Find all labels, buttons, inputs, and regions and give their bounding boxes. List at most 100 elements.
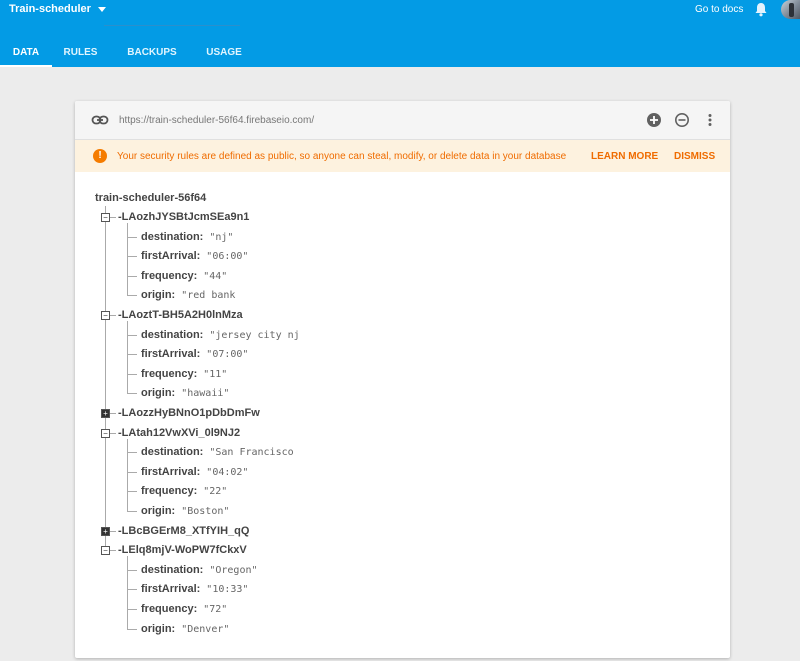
leaf-key: firstArrival: [141,583,201,596]
go-to-docs-link[interactable]: Go to docs [695,4,743,15]
project-name: Train-scheduler [9,3,91,15]
tree-branch-line [127,438,128,511]
leaf-key: destination: [141,446,204,459]
tree-connector [127,256,137,258]
leaf-value[interactable]: "Denver" [181,623,229,635]
warning-icon: ! [93,149,107,163]
tree-connector [127,275,137,277]
top-app-bar: Train-scheduler Go to docs DATA RULES BA… [0,0,800,67]
leaf-value[interactable]: "07:00" [206,348,248,360]
bell-icon[interactable] [754,2,768,17]
leaf-value[interactable]: "Boston" [181,505,229,517]
leaf-key: frequency: [141,269,198,282]
url-bar: https://train-scheduler-56f64.firebaseio… [75,101,730,140]
tree-node-key[interactable]: -LAoztT-BH5A2H0lnMza [118,309,243,321]
leaf-value[interactable]: "22" [203,485,227,497]
tree-leaf[interactable]: frequency: "11" [141,368,227,380]
leaf-value[interactable]: "06:00" [206,250,248,262]
tree-leaf[interactable]: firstArrival: "04:02" [141,466,248,478]
leaf-value[interactable]: "44" [203,270,227,282]
expand-toggle-icon[interactable]: + [101,409,110,418]
leaf-value[interactable]: "nj" [209,231,233,243]
tree-leaf[interactable]: frequency: "72" [141,603,227,615]
leaf-key: frequency: [141,603,198,615]
tree-connector [127,628,137,630]
collapse-toggle-icon[interactable]: − [101,546,110,556]
tree-node-key[interactable]: -LElq8mjV-WoPW7fCkxV [118,544,247,556]
tree-connector [127,511,137,512]
leaf-value[interactable]: "72" [203,603,227,615]
collapse-toggle-icon[interactable]: − [101,428,110,438]
tree-connector [127,471,137,473]
tree-node-key[interactable]: -LAtah12VwXVi_0l9NJ2 [118,427,240,439]
leaf-value[interactable]: "Oregon" [209,564,257,576]
leaf-value[interactable]: "04:02" [206,466,248,478]
tree-connector [127,373,137,375]
header-divider [104,25,240,26]
tree-connector [127,589,137,591]
tree-leaf[interactable]: origin: "Boston" [141,505,229,517]
tab-backups[interactable]: BACKUPS [109,37,195,67]
tab-data[interactable]: DATA [0,37,52,67]
leaf-key: destination: [141,230,204,243]
tree-leaf[interactable]: firstArrival: "06:00" [141,250,248,262]
tree-connector [127,393,137,395]
tree-connector [110,315,116,316]
expand-toggle-icon[interactable]: + [101,526,110,536]
leaf-value[interactable]: "11" [203,368,227,380]
leaf-value[interactable]: "hawaii" [181,387,229,399]
database-card: https://train-scheduler-56f64.firebaseio… [75,101,730,658]
data-tree: train-scheduler-56f64 − -LAozhJYSBtJcmSEa… [75,172,730,652]
remove-circle-icon[interactable] [674,112,690,128]
tree-leaf[interactable]: destination: "jersey city nj [141,329,300,341]
warning-text: Your security rules are defined as publi… [117,151,567,162]
collapse-toggle-icon[interactable]: − [101,311,110,320]
tree-connector [110,413,116,414]
tree-leaf[interactable]: destination: "Oregon" [141,564,258,576]
tree-leaf[interactable]: destination: "San Francisco [141,446,294,458]
tree-node-key[interactable]: -LAozhJYSBtJcmSEa9n1 [118,211,249,223]
leaf-key: frequency: [141,367,198,380]
tree-leaf[interactable]: firstArrival: "10:33" [141,583,248,595]
tree-leaf[interactable]: firstArrival: "07:00" [141,348,248,360]
tree-leaf[interactable]: origin: "Denver" [141,623,229,635]
leaf-value[interactable]: "red bank [181,289,235,301]
caret-down-icon [97,6,106,12]
tree-leaf[interactable]: origin: "hawaii" [141,387,229,399]
tree-leaf[interactable]: frequency: "22" [141,485,227,497]
tree-connector [127,236,137,238]
leaf-key: origin: [141,289,176,302]
dismiss-button[interactable]: DISMISS [674,151,715,162]
tree-leaf[interactable]: origin: "red bank [141,289,235,301]
tree-node-key[interactable]: -LAozzHyBNnO1pDbDmFw [118,407,260,419]
learn-more-button[interactable]: LEARN MORE [591,151,658,162]
leaf-value[interactable]: "jersey city nj [209,329,299,341]
tree-connector [127,452,137,454]
tree-node-key[interactable]: -LBcBGErM8_XTfYIH_qQ [118,525,249,537]
tree-branch-line [127,321,128,394]
tree-leaf[interactable]: frequency: "44" [141,270,227,282]
collapse-toggle-icon[interactable]: − [101,213,110,222]
leaf-value[interactable]: "San Francisco [209,446,293,458]
project-selector[interactable]: Train-scheduler [9,3,106,15]
tab-usage[interactable]: USAGE [195,37,253,67]
leaf-key: firstArrival: [141,250,201,263]
tree-root-key[interactable]: train-scheduler-56f64 [95,192,206,204]
leaf-key: origin: [141,387,176,400]
leaf-value[interactable]: "10:33" [206,583,248,595]
leaf-key: destination: [141,328,204,341]
leaf-key: origin: [141,505,176,517]
add-circle-icon[interactable] [646,112,662,128]
tree-branch-line [127,556,128,629]
leaf-key: origin: [141,622,176,635]
leaf-key: firstArrival: [141,465,201,478]
tree-leaf[interactable]: destination: "nj" [141,231,233,243]
link-icon [91,115,109,125]
database-url[interactable]: https://train-scheduler-56f64.firebaseio… [119,115,314,126]
tab-rules[interactable]: RULES [52,37,109,67]
leaf-key: frequency: [141,485,198,498]
more-vert-icon[interactable] [702,112,718,128]
tree-connector [127,569,137,571]
tree-connector [127,491,137,493]
user-avatar[interactable] [781,0,800,19]
